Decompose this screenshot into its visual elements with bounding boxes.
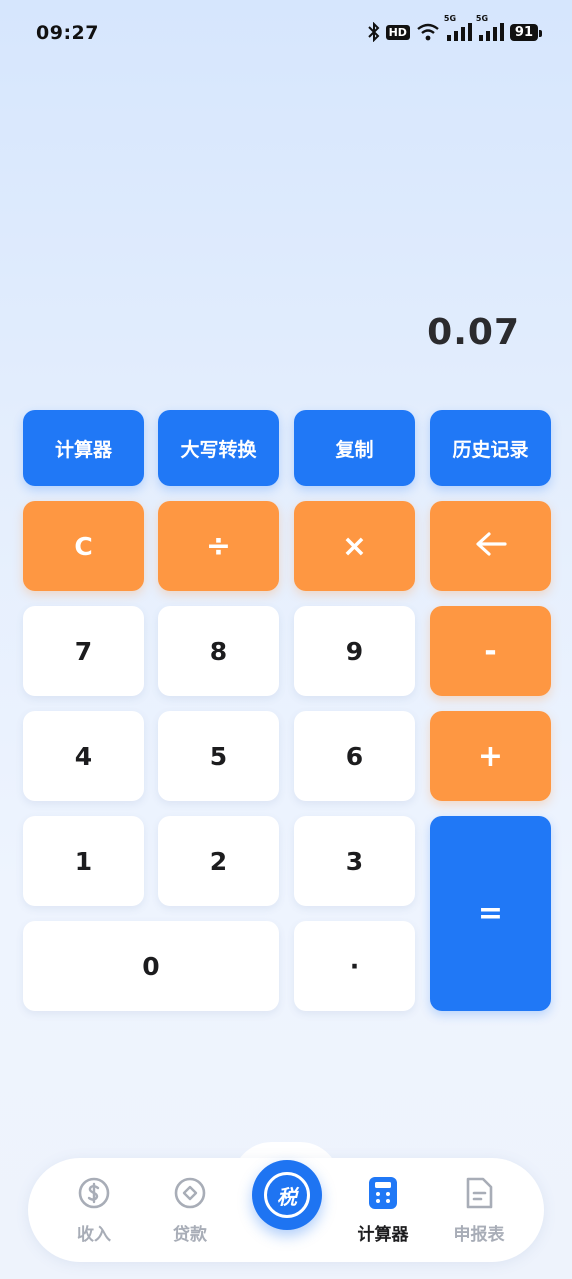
status-bar: 09:27 HD 5G 5G 91 (0, 0, 572, 68)
nav-item-income[interactable]: 收入 (54, 1176, 134, 1245)
arrow-left-icon (474, 531, 508, 561)
cellular-signal-icon-1: 5G (444, 14, 472, 42)
cellular-signal-icon-2: 5G (476, 14, 504, 42)
tax-center-button[interactable]: 税 (252, 1160, 322, 1230)
nav-item-loan[interactable]: 贷款 (150, 1176, 230, 1245)
tab-uppercase-convert[interactable]: 大写转换 (158, 410, 279, 486)
dollar-circle-icon (77, 1176, 111, 1214)
digit-7-button[interactable]: 7 (23, 606, 144, 696)
calculator-display: 0.07 (427, 312, 520, 353)
battery-indicator: 91 (509, 23, 543, 41)
digit-2-button[interactable]: 2 (158, 816, 279, 906)
nav-item-declaration[interactable]: 申报表 (439, 1176, 519, 1245)
status-icons: HD 5G 5G 91 (367, 14, 543, 42)
plus-button[interactable]: + (430, 711, 551, 801)
multiply-button[interactable]: × (294, 501, 415, 591)
digit-6-button[interactable]: 6 (294, 711, 415, 801)
bluetooth-icon (367, 22, 380, 42)
wifi-icon (416, 23, 440, 41)
decimal-point-button[interactable]: · (294, 921, 415, 1011)
backspace-button[interactable] (430, 501, 551, 591)
equals-button[interactable]: = (430, 816, 551, 1011)
clear-button[interactable]: C (23, 501, 144, 591)
digit-3-button[interactable]: 3 (294, 816, 415, 906)
history-button[interactable]: 历史记录 (430, 410, 551, 486)
nav-label-loan: 贷款 (173, 1225, 207, 1245)
digit-5-button[interactable]: 5 (158, 711, 279, 801)
divide-button[interactable]: ÷ (158, 501, 279, 591)
tax-badge: 税 (264, 1172, 310, 1218)
digit-0-button[interactable]: 0 (23, 921, 279, 1011)
tab-calculator[interactable]: 计算器 (23, 410, 144, 486)
nav-label-calculator: 计算器 (357, 1225, 409, 1245)
minus-button[interactable]: - (430, 606, 551, 696)
diamond-circle-icon (173, 1176, 207, 1214)
calculator-icon (368, 1176, 398, 1214)
digit-4-button[interactable]: 4 (23, 711, 144, 801)
digit-1-button[interactable]: 1 (23, 816, 144, 906)
digit-8-button[interactable]: 8 (158, 606, 279, 696)
document-icon (464, 1176, 494, 1214)
nav-label-declaration: 申报表 (453, 1225, 505, 1245)
copy-button[interactable]: 复制 (294, 410, 415, 486)
hd-badge: HD (385, 24, 410, 40)
nav-label-income: 收入 (77, 1225, 111, 1245)
status-time: 09:27 (36, 22, 99, 44)
nav-item-calculator[interactable]: 计算器 (343, 1176, 423, 1245)
digit-9-button[interactable]: 9 (294, 606, 415, 696)
